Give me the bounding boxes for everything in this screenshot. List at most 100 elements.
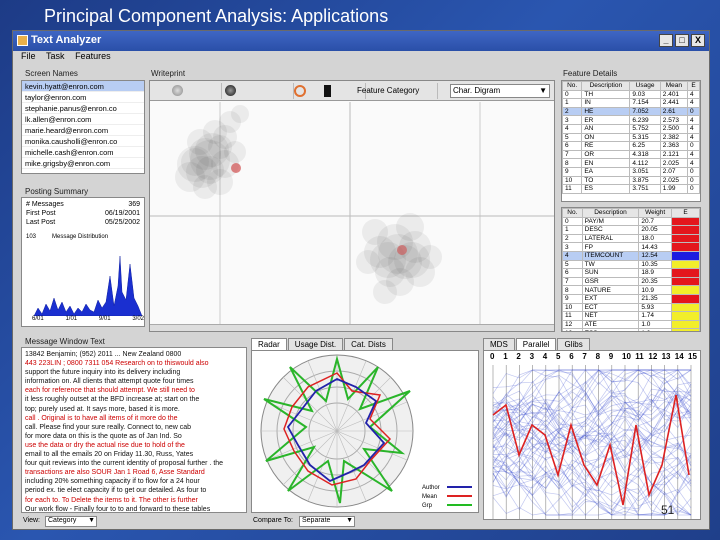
writeprint-panel: Feature Category Char. Digram ▼ xyxy=(149,80,555,332)
maximize-button[interactable]: □ xyxy=(675,34,689,47)
window-title: Text Analyzer xyxy=(31,34,102,46)
list-item[interactable]: kevin.hyatt@enron.com xyxy=(22,81,144,92)
message-line: four quit reviews into the current ident… xyxy=(25,460,224,468)
table-cell: ES xyxy=(581,184,631,194)
radar-chart: Author Mean Grp xyxy=(260,354,472,509)
table-cell: 4 xyxy=(562,123,583,134)
table-row[interactable]: 12 ATE 1.0 xyxy=(562,319,700,330)
table-row[interactable]: 10 ECT 5.93 xyxy=(562,302,700,313)
table-cell: 0 xyxy=(562,89,583,100)
column-header[interactable]: No. xyxy=(562,208,583,218)
column-header[interactable]: No. xyxy=(562,81,583,91)
tab-glibs[interactable]: Glibs xyxy=(557,338,590,350)
column-header[interactable]: Weight xyxy=(638,208,672,218)
tab-parallel[interactable]: Parallel xyxy=(515,338,557,350)
table-cell: 5.752 xyxy=(629,123,661,134)
table-cell: SUN xyxy=(581,268,640,278)
table-cell: FP xyxy=(581,242,640,252)
table-cell: EA xyxy=(581,166,631,177)
message-window-text[interactable]: 13842 Benjamin; (952) 2011 ... New Zeala… xyxy=(21,347,247,513)
tab-mds[interactable]: MDS xyxy=(483,338,515,350)
table-row[interactable]: 1 IN 7.154 2.441 4 xyxy=(562,98,700,108)
table-row[interactable]: 1 DESC 20.05 xyxy=(562,225,700,235)
compare-select[interactable]: Separate ▼ xyxy=(299,516,355,527)
axis-label: 4 xyxy=(542,352,548,361)
list-item[interactable]: lk.allen@enron.com xyxy=(22,114,144,125)
view-select[interactable]: Category ▼ xyxy=(45,516,97,527)
message-text: 13842 Benjamin; (952) 2011 ... New Zeala… xyxy=(22,348,246,512)
view-select-value: Category xyxy=(48,517,77,524)
table-cell: 2.401 xyxy=(659,89,689,100)
table-cell: 2.441 xyxy=(659,98,689,108)
table-row[interactable]: 8 EN 4.112 2.025 4 xyxy=(562,158,700,168)
minimize-button[interactable]: _ xyxy=(659,34,673,47)
menu-task[interactable]: Task xyxy=(46,51,65,61)
list-item[interactable]: taylor@enron.com xyxy=(22,92,144,103)
column-header[interactable]: Usage xyxy=(629,81,661,91)
gray-sphere-icon xyxy=(172,85,183,96)
axis-label: 7 xyxy=(582,352,587,361)
table-row[interactable]: 5 TW 10.35 xyxy=(562,259,700,270)
table-cell: 11 xyxy=(562,184,583,194)
list-item[interactable]: mike.grigsby@enron.com xyxy=(22,158,144,169)
table-cell: 6 xyxy=(562,268,583,278)
toolbar-button[interactable] xyxy=(150,83,222,99)
tab-usage-dist[interactable]: Usage Dist. xyxy=(287,338,344,350)
tab-radar[interactable]: Radar xyxy=(251,338,287,350)
window-titlebar[interactable]: Text Analyzer _ □ X xyxy=(13,31,709,51)
table-cell: 2.025 xyxy=(659,175,689,186)
table-row[interactable]: 4 ITEMCOUNT 12.54 xyxy=(562,250,700,261)
weight-color-cell xyxy=(671,225,700,235)
column-header[interactable]: E xyxy=(671,208,700,218)
weight-color-cell xyxy=(671,328,700,331)
table-cell: 4.112 xyxy=(629,158,661,168)
column-header[interactable]: E xyxy=(687,81,700,91)
list-item[interactable]: michelle.cash@enron.com xyxy=(22,147,144,158)
posting-summary-title: Posting Summary xyxy=(25,187,89,196)
screen-names-list[interactable]: kevin.hyatt@enron.com taylor@enron.com s… xyxy=(21,80,145,174)
summary-value: 369 xyxy=(128,201,140,208)
table-row[interactable]: 2 LATERAL 18.0 xyxy=(562,233,700,244)
table-row[interactable]: 7 OR 4.318 2.121 4 xyxy=(562,149,700,160)
parallel-axis-labels: 0 1 2 3 4 5 6 7 8 9 10 11 12 13 14 15 xyxy=(484,352,700,364)
table-row[interactable]: 7 GSR 20.35 xyxy=(562,276,700,287)
table-row[interactable]: 0 PAY/M 20.7 xyxy=(562,216,700,227)
menu-features[interactable]: Features xyxy=(75,51,111,61)
table-row[interactable]: 11 NET 1.74 xyxy=(562,311,700,321)
table-cell: GSR xyxy=(581,276,640,287)
menu-file[interactable]: File xyxy=(21,51,36,61)
table-row[interactable]: 6 RE 6.25 2.363 0 xyxy=(562,141,700,151)
table-row[interactable]: 0 TH 9.03 2.401 4 xyxy=(562,89,700,100)
table-row[interactable]: 5 ON 5.315 2.382 4 xyxy=(562,132,700,143)
column-header[interactable]: Description xyxy=(581,208,640,218)
table-cell: 2.382 xyxy=(659,132,689,143)
table-row[interactable]: 2 HE 7.052 2.61 0 xyxy=(562,106,700,117)
feature-weight-table: No. Description Weight E 0 PAY/M 20.7 1 DESC… xyxy=(561,207,701,332)
table-row[interactable]: 9 EA 3.051 2.07 0 xyxy=(562,166,700,177)
table-cell: 6.25 xyxy=(629,141,661,151)
table-row[interactable]: 6 SUN 18.9 xyxy=(562,268,700,278)
table-row[interactable]: 9 EXT 21.35 xyxy=(562,293,700,304)
list-item[interactable]: marie.heard@enron.com xyxy=(22,125,144,136)
table-row[interactable]: 8 NATURE 10.9 xyxy=(562,285,700,295)
table-row[interactable]: 10 TO 3.875 2.025 0 xyxy=(562,175,700,186)
weight-color-cell xyxy=(671,293,700,304)
feature-category-select[interactable]: Char. Digram ▼ xyxy=(450,84,550,98)
table-cell: ER xyxy=(581,115,631,125)
axis-label: 6 xyxy=(569,352,574,361)
table-row[interactable]: 4 AN 5.752 2.500 4 xyxy=(562,123,700,134)
table-row[interactable]: 3 ER 6.239 2.573 4 xyxy=(562,115,700,125)
list-item[interactable]: monika.causholli@enron.co xyxy=(22,136,144,147)
column-header[interactable]: Description xyxy=(581,81,631,91)
table-row[interactable]: 3 FP 14.43 xyxy=(562,242,700,252)
table-row[interactable]: 13ESS1.0 xyxy=(562,328,700,331)
table-cell: 0 xyxy=(687,175,700,186)
column-header[interactable]: Mean xyxy=(659,81,689,91)
close-button[interactable]: X xyxy=(691,34,705,47)
table-row[interactable]: 11 ES 3.751 1.99 0 xyxy=(562,184,700,194)
writeprint-scrollbar[interactable] xyxy=(150,324,554,331)
tab-cat-dists[interactable]: Cat. Dists xyxy=(344,338,393,350)
table-cell: 4 xyxy=(562,250,583,261)
toolbar-button[interactable] xyxy=(222,83,294,99)
list-item[interactable]: stephanie.panus@enron.co xyxy=(22,103,144,114)
